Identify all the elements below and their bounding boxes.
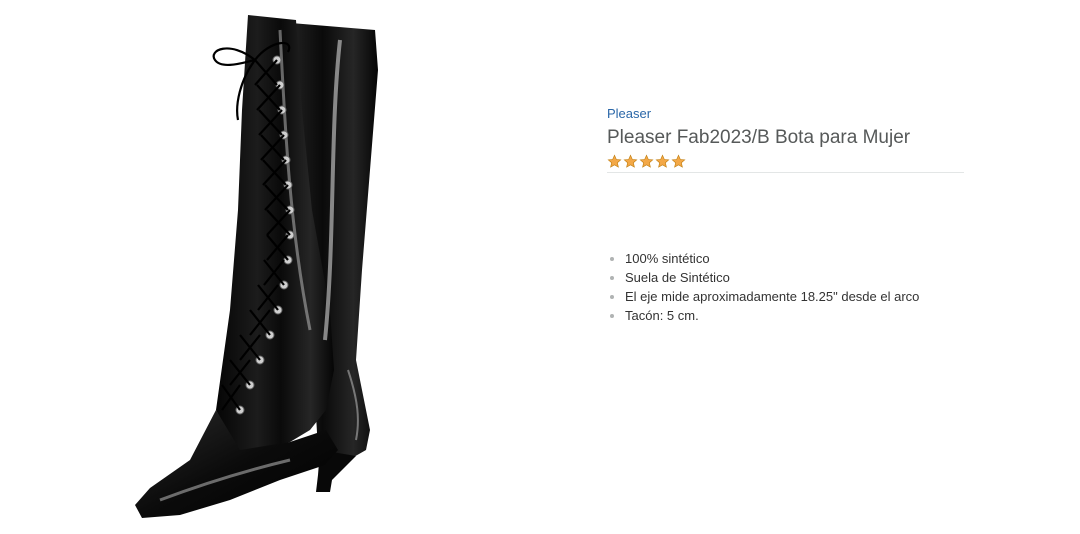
star-icon <box>607 153 622 168</box>
feature-bullet-item: El eje mide aproximadamente 18.25" desde… <box>607 287 964 306</box>
star-icon <box>671 153 686 168</box>
feature-bullet-item: Tacón: 5 cm. <box>607 306 964 325</box>
star-icon <box>623 153 638 168</box>
feature-bullets: 100% sintético Suela de Sintético El eje… <box>607 249 964 325</box>
product-page: Pleaser Pleaser Fab2023/B Bota para Muje… <box>0 0 1080 534</box>
divider <box>607 172 964 173</box>
boot-image <box>135 15 378 518</box>
star-rating[interactable] <box>607 153 964 169</box>
brand-link[interactable]: Pleaser <box>607 106 964 122</box>
product-title: Pleaser Fab2023/B Bota para Mujer <box>607 127 911 148</box>
product-details: Pleaser Pleaser Fab2023/B Bota para Muje… <box>607 106 964 325</box>
feature-bullet-item: Suela de Sintético <box>607 268 964 287</box>
feature-bullet-item: 100% sintético <box>607 249 964 268</box>
star-icon <box>655 153 670 168</box>
star-icon <box>639 153 654 168</box>
product-image[interactable] <box>120 10 390 525</box>
